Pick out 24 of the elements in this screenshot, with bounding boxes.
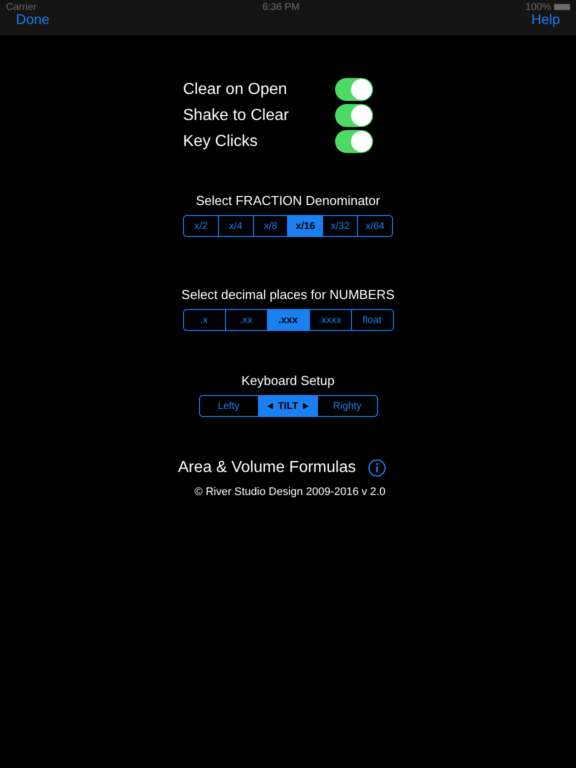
info-icon[interactable] — [368, 459, 386, 477]
segment-option[interactable]: .xxx — [266, 310, 308, 330]
help-button[interactable]: Help — [531, 11, 560, 27]
segment-option[interactable]: x/16 — [287, 216, 322, 236]
battery-icon — [554, 4, 570, 10]
section-title: Select FRACTION Denominator — [196, 193, 380, 208]
toggle-switch[interactable] — [335, 130, 373, 153]
segment-option[interactable]: float — [350, 310, 392, 330]
status-time: 6:36 PM — [262, 2, 300, 12]
done-button[interactable]: Done — [16, 11, 50, 27]
section-title: Keyboard Setup — [241, 373, 335, 388]
segment-option[interactable]: ◄ TILT ► — [258, 396, 318, 416]
section-title: Select decimal places for NUMBERS — [181, 287, 395, 302]
formulas-link[interactable]: Area & Volume Formulas — [178, 459, 356, 477]
segment-option[interactable]: Righty — [317, 396, 376, 416]
toggle-label: Shake to Clear — [183, 106, 289, 124]
toggle-label: Key Clicks — [183, 132, 258, 150]
toggle-switch[interactable] — [335, 78, 373, 101]
copyright-text: © River Studio Design 2009-2016 v 2.0 — [194, 486, 386, 498]
carrier-label: Carrier — [6, 2, 37, 12]
toggle-switch[interactable] — [335, 104, 373, 127]
segment-option[interactable]: x/64 — [357, 216, 392, 236]
battery-percent: 100% — [525, 2, 551, 12]
toggle-label: Clear on Open — [183, 80, 288, 98]
